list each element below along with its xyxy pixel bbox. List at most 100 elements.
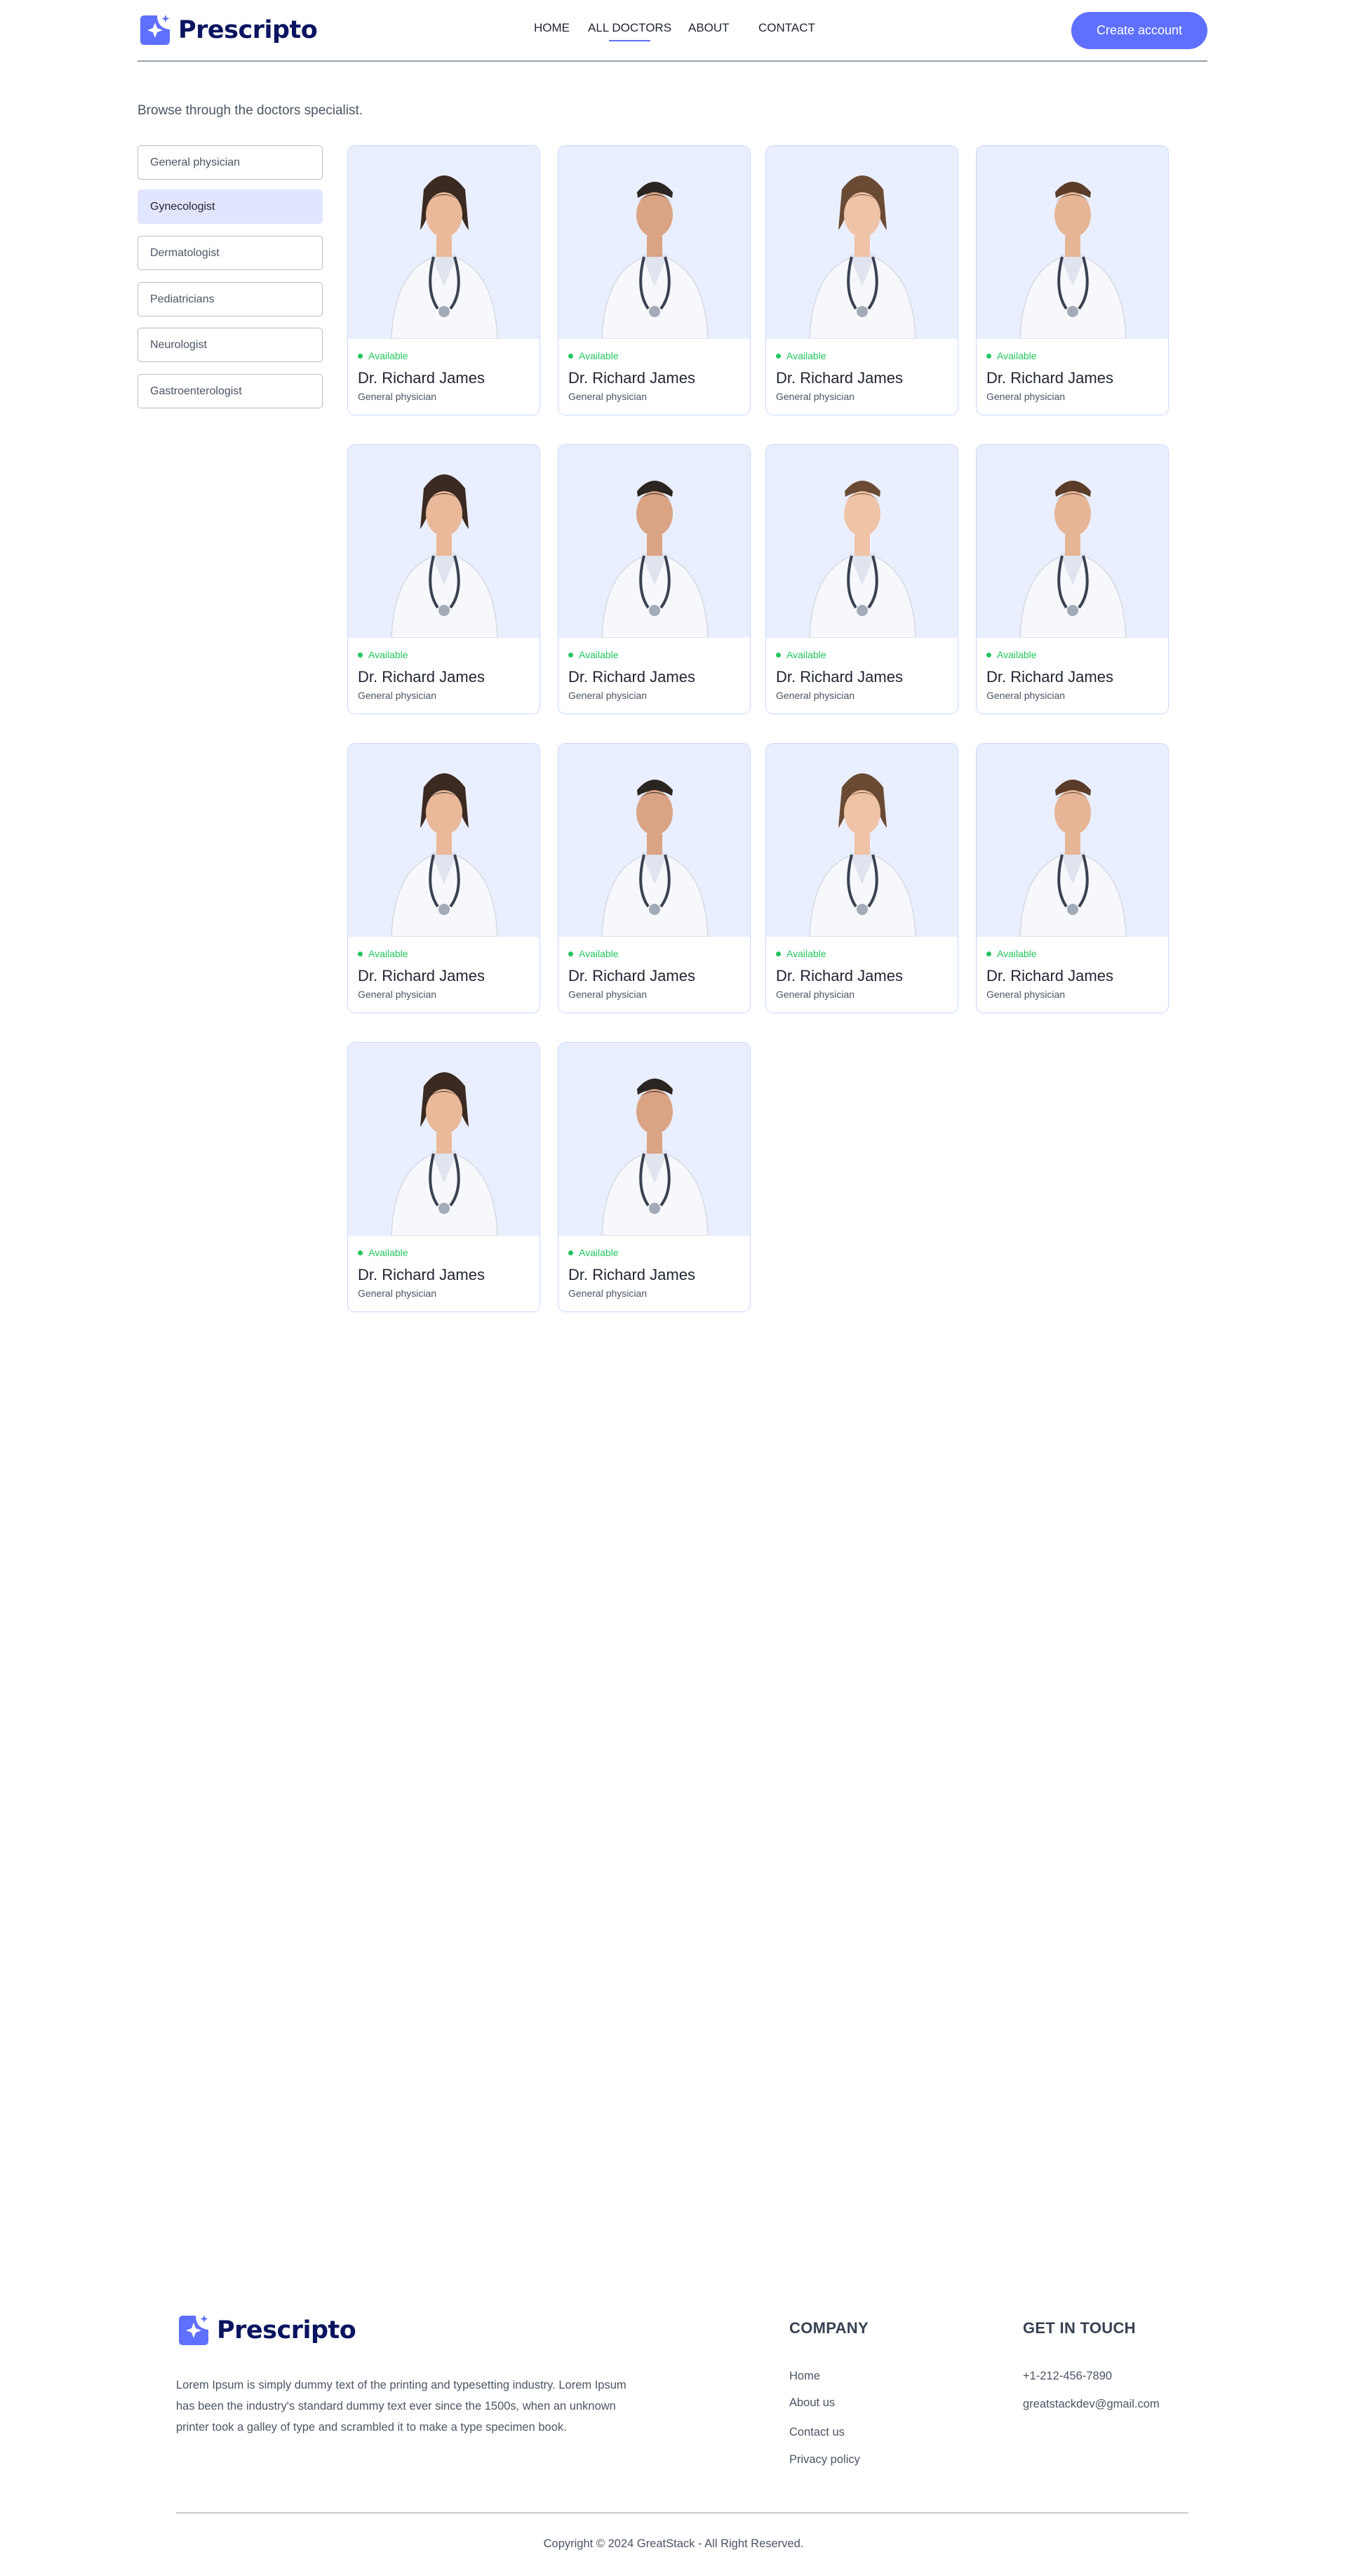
doctor-speciality: General physician (358, 989, 437, 1000)
doctor-speciality: General physician (358, 1288, 437, 1299)
doctor-card[interactable]: Available Dr. Richard James General physic… (558, 743, 751, 1013)
status-dot-icon (986, 353, 991, 359)
footer-link-about[interactable]: About us (789, 2396, 835, 2410)
status-label: Available (579, 948, 619, 959)
navbar: Prescripto HOME ALL DOCTORS ABOUT CONTAC… (138, 0, 1207, 62)
availability-status: Available (568, 1247, 619, 1258)
status-dot-icon (568, 951, 573, 956)
doctor-name: Dr. Richard James (776, 967, 903, 985)
status-dot-icon (568, 1250, 573, 1255)
footer-logo-icon (176, 2313, 211, 2348)
status-label: Available (997, 350, 1037, 361)
doctor-photo (558, 146, 750, 339)
doctor-photo (977, 744, 1168, 937)
doctor-card[interactable]: Available Dr. Richard James General physic… (765, 145, 958, 415)
filter-gastroenterologist[interactable]: Gastroenterologist (138, 374, 323, 408)
status-label: Available (368, 1247, 408, 1258)
doctor-name: Dr. Richard James (986, 967, 1113, 985)
status-label: Available (997, 649, 1037, 660)
availability-status: Available (986, 948, 1037, 959)
doctor-card[interactable]: Available Dr. Richard James General physic… (347, 1042, 540, 1312)
nav-about[interactable]: ABOUT (688, 21, 730, 35)
status-label: Available (368, 948, 408, 959)
footer-description: Lorem Ipsum is simply dummy text of the … (176, 2379, 626, 2434)
filter-neurologist[interactable]: Neurologist (138, 328, 323, 362)
status-dot-icon (568, 353, 573, 359)
brand-logo[interactable]: Prescripto (138, 13, 318, 48)
footer-brand-logo[interactable]: Prescripto (176, 2313, 356, 2348)
doctor-name: Dr. Richard James (776, 668, 903, 686)
logo-icon (138, 13, 173, 48)
doctor-speciality: General physician (358, 391, 437, 402)
footer-divider (176, 2512, 1188, 2514)
doctor-card[interactable]: Available Dr. Richard James General physic… (976, 743, 1169, 1013)
status-dot-icon (986, 652, 991, 658)
doctor-card[interactable]: Available Dr. Richard James General physic… (558, 444, 751, 714)
filter-general-physician[interactable]: General physician (138, 145, 323, 180)
status-label: Available (786, 649, 826, 660)
doctor-speciality: General physician (358, 690, 437, 701)
doctor-card[interactable]: Available Dr. Richard James General physic… (765, 743, 958, 1013)
doctor-name: Dr. Richard James (568, 668, 695, 686)
nav-all-doctors[interactable]: ALL DOCTORS (588, 21, 671, 41)
status-label: Available (368, 350, 408, 361)
doctor-name: Dr. Richard James (986, 369, 1113, 387)
doctor-photo (348, 146, 540, 339)
doctor-card[interactable]: Available Dr. Richard James General physic… (765, 444, 958, 714)
status-dot-icon (568, 652, 573, 658)
availability-status: Available (568, 649, 619, 660)
availability-status: Available (358, 948, 408, 959)
availability-status: Available (358, 350, 408, 361)
status-label: Available (368, 649, 408, 660)
filter-pediatricians[interactable]: Pediatricians (138, 282, 323, 316)
brand-name: Prescripto (178, 16, 318, 44)
nav-contact[interactable]: CONTACT (758, 21, 815, 35)
footer-link-home[interactable]: Home (789, 2370, 820, 2383)
doctor-name: Dr. Richard James (358, 369, 485, 387)
nav-home[interactable]: HOME (534, 21, 570, 35)
doctor-speciality: General physician (776, 391, 855, 402)
status-dot-icon (776, 353, 781, 359)
doctor-card[interactable]: Available Dr. Richard James General physic… (558, 1042, 751, 1312)
footer-email[interactable]: greatstackdev@gmail.com (1023, 2398, 1160, 2411)
footer-link-privacy[interactable]: Privacy policy (789, 2453, 860, 2467)
doctor-card[interactable]: Available Dr. Richard James General physic… (347, 743, 540, 1013)
status-dot-icon (358, 951, 363, 956)
doctor-card[interactable]: Available Dr. Richard James General physic… (976, 444, 1169, 714)
status-dot-icon (358, 652, 363, 658)
doctor-speciality: General physician (986, 690, 1066, 701)
doctor-speciality: General physician (986, 989, 1066, 1000)
active-nav-underline (608, 40, 651, 41)
footer-phone: +1-212-456-7890 (1023, 2370, 1113, 2382)
create-account-button[interactable]: Create account (1071, 12, 1207, 49)
doctor-name: Dr. Richard James (568, 369, 695, 387)
footer-contact-heading: GET IN TOUCH (1023, 2319, 1136, 2337)
availability-status: Available (986, 350, 1037, 361)
status-label: Available (786, 948, 826, 959)
availability-status: Available (358, 1247, 408, 1258)
status-dot-icon (358, 353, 363, 359)
footer-link-contact[interactable]: Contact us (789, 2426, 845, 2439)
doctor-card[interactable]: Available Dr. Richard James General physic… (976, 145, 1169, 415)
footer-company-heading: COMPANY (789, 2319, 869, 2337)
copyright-text: Copyright © 2024 GreatStack - All Right … (543, 2537, 804, 2550)
doctor-speciality: General physician (776, 989, 855, 1000)
filter-gynecologist[interactable]: Gynecologist (138, 189, 323, 224)
doctor-photo (558, 1043, 750, 1236)
availability-status: Available (568, 350, 619, 361)
status-label: Available (786, 350, 826, 361)
doctor-speciality: General physician (568, 391, 648, 402)
availability-status: Available (776, 649, 826, 660)
doctor-name: Dr. Richard James (358, 1266, 485, 1283)
status-dot-icon (358, 1250, 363, 1255)
doctor-card[interactable]: Available Dr. Richard James General physic… (347, 145, 540, 415)
availability-status: Available (358, 649, 408, 660)
doctor-card[interactable]: Available Dr. Richard James General physic… (347, 444, 540, 714)
availability-status: Available (776, 948, 826, 959)
doctor-card[interactable]: Available Dr. Richard James General physic… (558, 145, 751, 415)
doctor-photo (766, 744, 958, 937)
filter-dermatologist[interactable]: Dermatologist (138, 236, 323, 270)
status-label: Available (579, 350, 619, 361)
doctor-name: Dr. Richard James (776, 369, 903, 387)
doctor-photo (348, 445, 540, 638)
